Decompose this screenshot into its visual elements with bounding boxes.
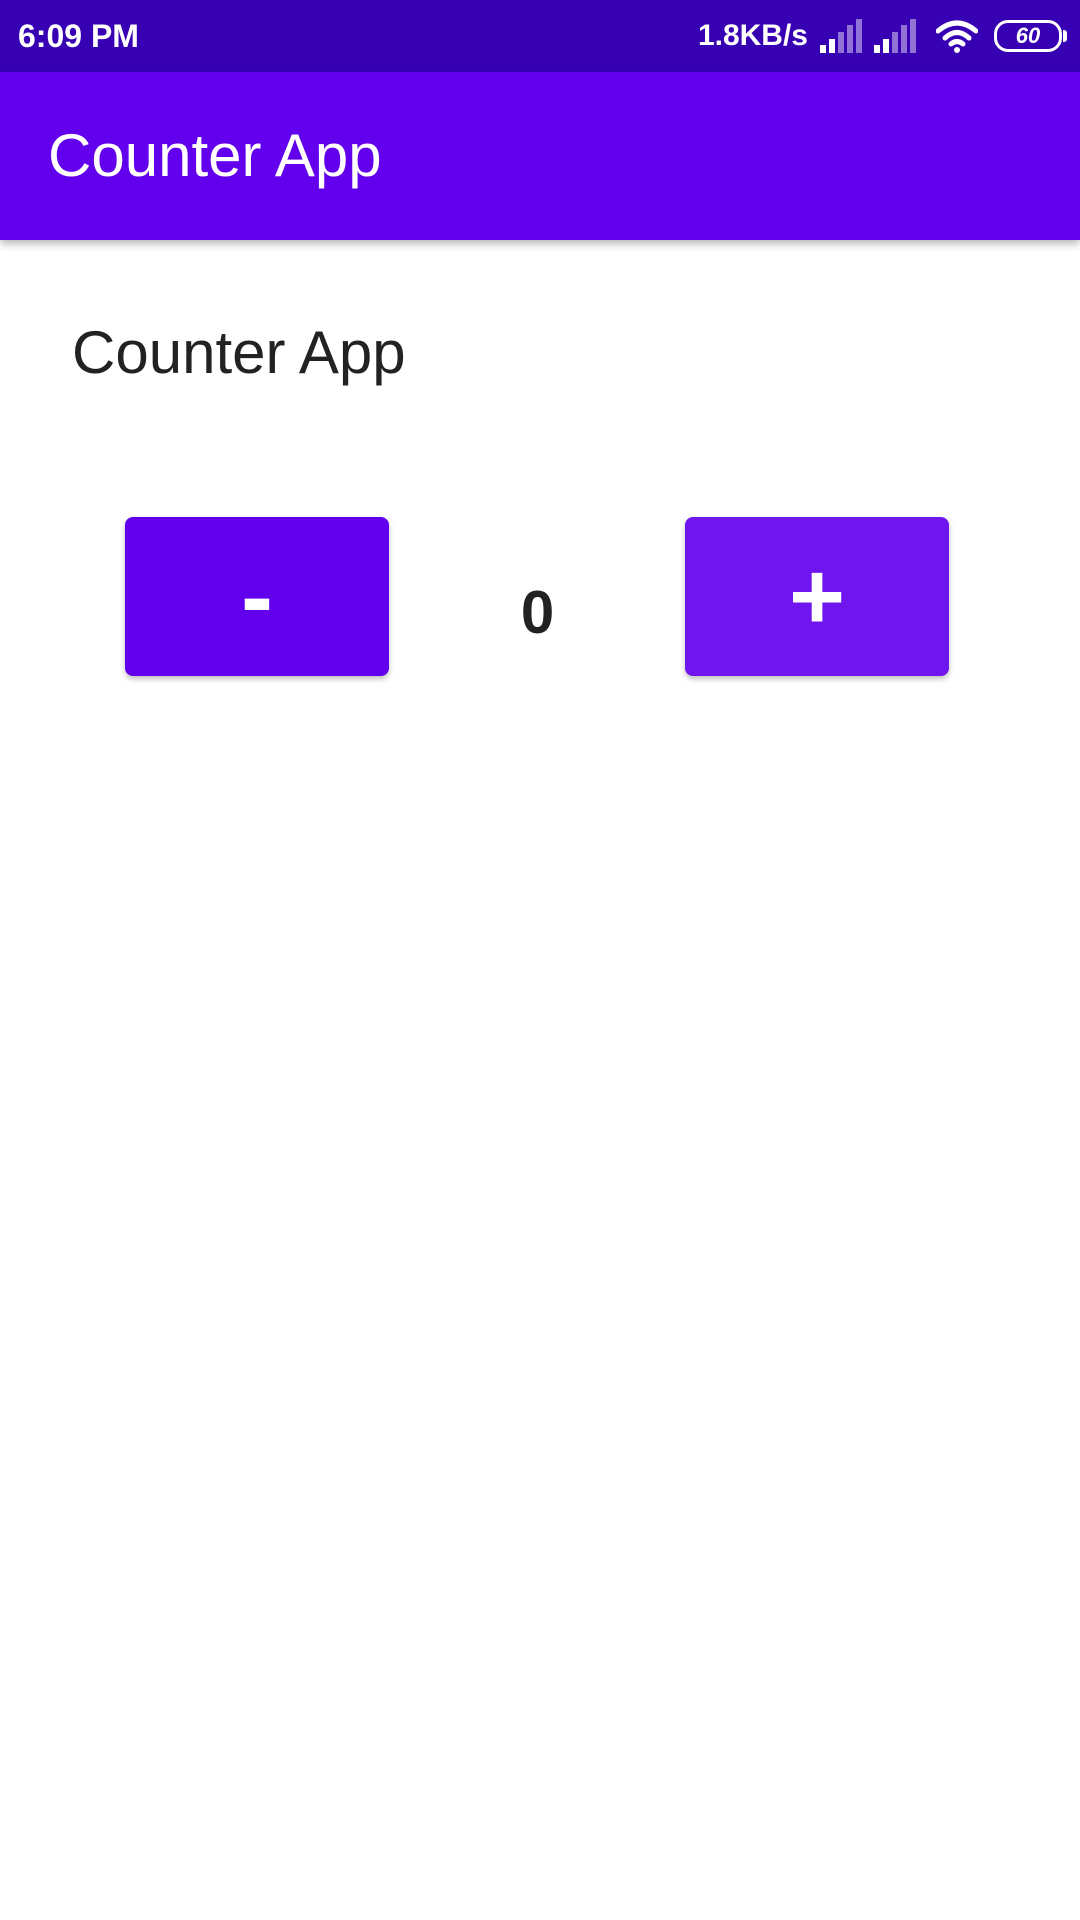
decrement-button[interactable]: - (125, 517, 389, 676)
wifi-icon (936, 20, 978, 53)
battery-level: 60 (1015, 23, 1041, 48)
app-bar: Counter App (0, 72, 1080, 240)
counter-value: 0 (520, 579, 555, 646)
signal-icon (820, 19, 862, 53)
battery-tip (1063, 30, 1067, 42)
status-icons: 1.8KB/s 60 (697, 14, 1067, 58)
page-heading: Counter App (72, 319, 406, 386)
status-bar: 6:09 PM 1.8KB/s 60 (0, 0, 1080, 72)
app-bar-title: Counter App (48, 122, 382, 189)
network-speed: 1.8KB/s (697, 19, 808, 52)
status-time: 6:09 PM (18, 18, 139, 54)
battery-icon: 60 (994, 20, 1067, 52)
signal-icon (874, 19, 916, 53)
increment-button[interactable]: + (685, 517, 949, 676)
